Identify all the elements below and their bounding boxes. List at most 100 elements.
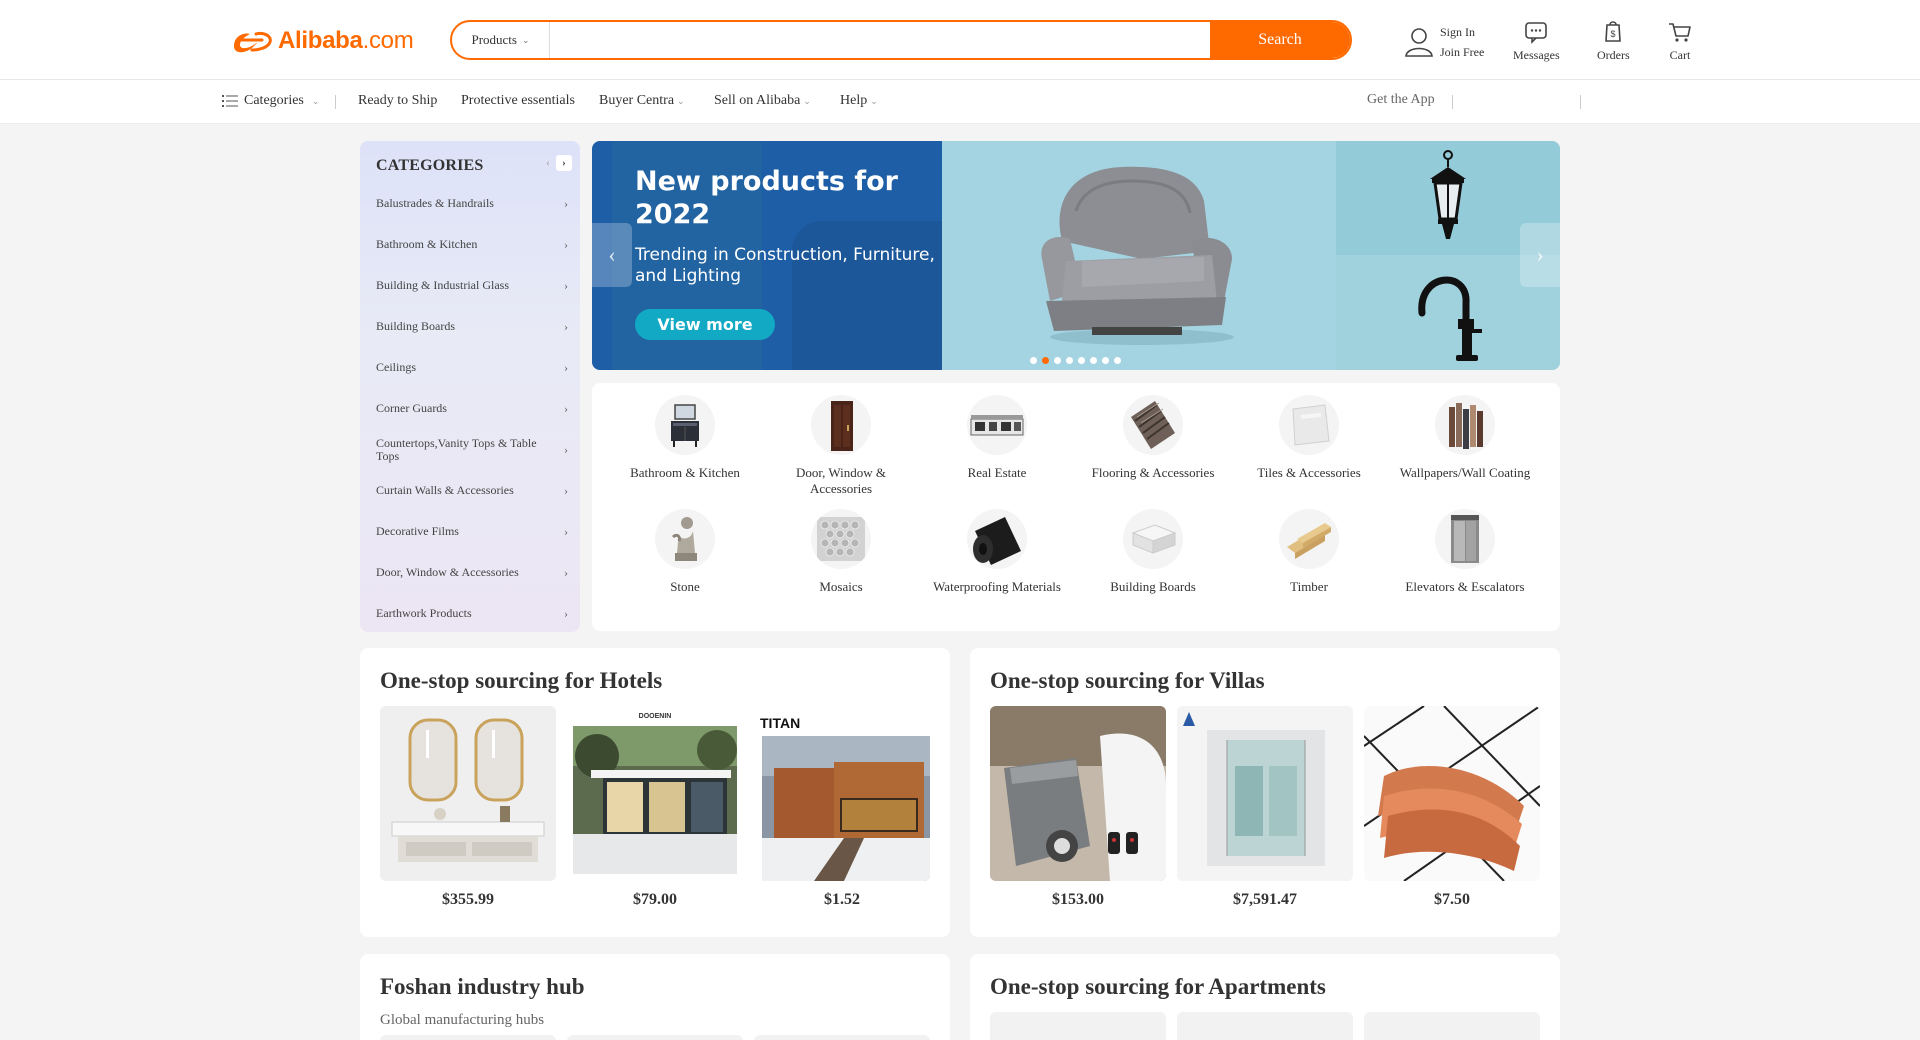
product-price: $1.52 (824, 891, 860, 908)
product-card[interactable]: $7.50 (1364, 706, 1540, 909)
product-card[interactable]: $7,591.47 (1177, 706, 1353, 909)
modular-house-icon (970, 415, 1024, 436)
banner-title: New products for 2022 (635, 166, 898, 230)
category-item[interactable]: Ceilings › (360, 347, 580, 388)
chevron-right-icon[interactable]: › (556, 155, 572, 171)
stone-statue-icon (671, 517, 697, 561)
chevron-right-icon: › (564, 237, 568, 251)
search-input[interactable] (550, 22, 1210, 58)
category-tile-wallpapers[interactable]: Wallpapers/Wall Coating (1387, 395, 1543, 481)
tile-label: Tiles & Accessories (1257, 465, 1361, 480)
category-item-label: Ceilings (376, 360, 417, 374)
chevron-down-icon: ⌄ (803, 95, 811, 106)
category-item-label: Building Boards (376, 319, 456, 333)
product-card[interactable]: TITAN $1.52 (754, 706, 930, 909)
category-tile-mosaics[interactable]: Mosaics (763, 509, 919, 595)
category-item[interactable]: Balustrades & Handrails › (360, 183, 580, 224)
category-item[interactable]: Earthwork Products › (360, 593, 580, 632)
modern-house-icon: DOOENIN (567, 706, 743, 881)
category-tile-real-estate[interactable]: Real Estate (919, 395, 1075, 481)
wood-cladding-house-icon: TITAN (754, 706, 930, 881)
nav-help[interactable]: Help ⌄ (840, 93, 878, 109)
search-category-dropdown[interactable]: Products ⌄ (452, 22, 550, 58)
chevron-left-icon: ‹ (608, 242, 616, 267)
cart-label: Cart (1669, 48, 1691, 62)
product-card[interactable] (567, 1035, 743, 1040)
category-item[interactable]: Curtain Walls & Accessories › (360, 470, 580, 511)
sign-in-link[interactable]: Sign In (1440, 22, 1484, 42)
product-card[interactable] (1177, 1012, 1353, 1040)
svg-text:TITAN: TITAN (760, 715, 800, 731)
product-card[interactable]: $153.00 (990, 706, 1166, 909)
category-tile-bathroom-kitchen[interactable]: Bathroom & Kitchen (607, 395, 763, 481)
cart-button[interactable]: Cart (1667, 20, 1693, 64)
category-tile-flooring[interactable]: Flooring & Accessories (1075, 395, 1231, 481)
nav-get-the-app[interactable]: Get the App (1367, 92, 1435, 108)
category-tile-building-boards[interactable]: Building Boards (1075, 509, 1231, 595)
nav-buyer-central[interactable]: Buyer Centra ⌄ (599, 93, 685, 109)
category-tile-tiles[interactable]: Tiles & Accessories (1231, 395, 1387, 481)
category-tile-waterproofing[interactable]: Waterproofing Materials (919, 509, 1075, 595)
product-card[interactable]: DOOENIN $79.00 (567, 706, 743, 909)
search-button[interactable]: Search (1210, 22, 1350, 58)
banner-product-panel (942, 141, 1336, 370)
product-card[interactable] (990, 1012, 1166, 1040)
alibaba-logo[interactable]: Alibaba.com (228, 24, 414, 58)
banner-dot[interactable] (1102, 357, 1109, 364)
category-tile-timber[interactable]: Timber (1231, 509, 1387, 595)
orders-button[interactable]: $ Orders (1597, 20, 1630, 64)
category-tile-door-window[interactable]: Door, Window & Accessories (763, 395, 919, 497)
account-menu[interactable]: Sign In Join Free (1404, 20, 1484, 64)
banner-dot[interactable] (1030, 357, 1037, 364)
nav-protective-label: Protective essentials (461, 93, 575, 108)
kitchen-faucet-icon (1418, 276, 1482, 361)
banner-dot[interactable] (1090, 357, 1097, 364)
lantern-icon (1430, 150, 1466, 239)
category-item[interactable]: Building & Industrial Glass › (360, 265, 580, 306)
view-more-button[interactable]: View more (635, 309, 775, 340)
product-card[interactable] (380, 1035, 556, 1040)
card-title[interactable]: One-stop sourcing for Villas (990, 668, 1265, 694)
product-card[interactable] (1364, 1012, 1540, 1040)
nav-sell-on-alibaba[interactable]: Sell on Alibaba ⌄ (714, 93, 811, 109)
category-tile-stone[interactable]: Stone (607, 509, 763, 595)
category-item[interactable]: Corner Guards › (360, 388, 580, 429)
card-title[interactable]: Foshan industry hub (380, 974, 585, 1000)
banner-next-button[interactable]: › (1520, 223, 1560, 287)
chevron-right-icon: › (564, 442, 568, 456)
banner-dot[interactable] (1078, 357, 1085, 364)
messages-button[interactable]: Messages (1513, 20, 1560, 64)
card-title[interactable]: One-stop sourcing for Hotels (380, 668, 662, 694)
categories-list: Balustrades & Handrails › Bathroom & Kitc… (360, 183, 580, 632)
alibaba-logo-icon (234, 32, 272, 53)
product-price: $355.99 (442, 891, 494, 908)
nav-ready-to-ship[interactable]: Ready to Ship (358, 93, 437, 109)
chevron-down-icon: ⌄ (521, 34, 530, 45)
category-item[interactable]: Building Boards › (360, 306, 580, 347)
banner-dot[interactable] (1114, 357, 1121, 364)
category-item[interactable]: Bathroom & Kitchen › (360, 224, 580, 265)
timber-beams-icon (1287, 523, 1331, 559)
category-item[interactable]: Decorative Films › (360, 511, 580, 552)
orders-label: Orders (1597, 48, 1630, 62)
product-card[interactable] (754, 1035, 930, 1040)
tile-label: Door, Window & Accessories (795, 465, 887, 496)
banner-dot[interactable] (1042, 357, 1049, 364)
hero-banner[interactable]: New products for 2022 Trending in Constr… (592, 141, 1560, 370)
card-subtitle: Global manufacturing hubs (380, 1012, 545, 1028)
chevron-left-icon[interactable]: ‹ (540, 155, 556, 171)
category-item[interactable]: Countertops,Vanity Tops & Table Tops › (360, 429, 580, 470)
product-card[interactable]: $355.99 (380, 706, 556, 909)
card-title[interactable]: One-stop sourcing for Apartments (990, 974, 1326, 1000)
category-tile-elevators[interactable]: Elevators & Escalators (1387, 509, 1543, 595)
chevron-right-icon: › (564, 524, 568, 538)
nav-protective-essentials[interactable]: Protective essentials (461, 93, 575, 109)
chevron-right-icon: › (564, 319, 568, 333)
banner-prev-button[interactable]: ‹ (592, 223, 632, 287)
banner-dot[interactable] (1066, 357, 1073, 364)
join-free-link[interactable]: Join Free (1440, 42, 1484, 62)
banner-dot[interactable] (1054, 357, 1061, 364)
nav-categories[interactable]: Categories ⌄ (222, 93, 319, 109)
foshan-hub-card: Foshan industry hub Global manufacturing… (360, 954, 950, 1040)
category-item[interactable]: Door, Window & Accessories › (360, 552, 580, 593)
